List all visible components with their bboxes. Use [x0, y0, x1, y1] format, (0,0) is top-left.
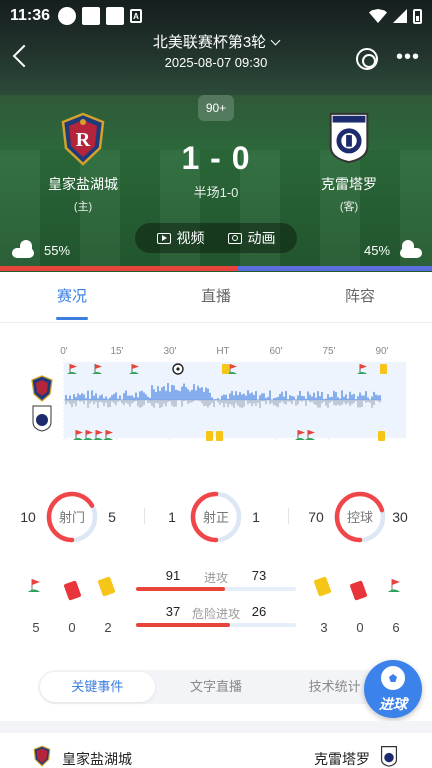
minute-badge: 90+: [198, 95, 234, 121]
corner-flag-icon: [388, 579, 400, 592]
timeline-tick-label: HT: [216, 346, 229, 357]
match-header: 11:36 A 北美联赛杯第3轮 2025-08-07 09:30 ••• 90…: [0, 0, 432, 272]
tab-overview[interactable]: 赛况: [0, 272, 144, 322]
corner-flag-icon: [28, 579, 40, 592]
halftime-score: 半场1-0: [193, 185, 239, 200]
momentum-chart: 0' 15' 30' HT 60' 75' 90': [31, 346, 406, 442]
notification-icon: [82, 7, 101, 25]
sub-tabs: 关键事件 文字直播 技术统计: [38, 670, 394, 704]
timeline-tick-label: 75': [322, 346, 335, 357]
away-team-label: 克雷塔罗: [314, 751, 370, 767]
timeline-tick-label: 15': [110, 346, 123, 357]
stat-label: 射正: [203, 510, 229, 525]
video-icon: [156, 232, 171, 244]
goal-ball-icon: [172, 363, 184, 375]
home-red-count: 0: [68, 620, 76, 635]
attack-label: 危险进攻: [191, 607, 240, 621]
home-team-label: 皇家盐湖城: [62, 751, 132, 767]
momentum-timeline: 0' 15' 30' HT 60' 75' 90': [0, 342, 432, 452]
tab-lineup[interactable]: 阵容: [288, 272, 432, 322]
video-button[interactable]: 视频: [156, 228, 205, 248]
chevron-down-icon: [270, 35, 281, 46]
stat-home-value: 70: [308, 509, 324, 525]
media-switch: 视频 动画: [135, 223, 297, 253]
home-yellow-count: 2: [104, 620, 112, 635]
yellow-card-icon: [380, 364, 387, 374]
home-possession: 55%: [12, 240, 70, 260]
main-tabs: 赛况 直播 阵容: [0, 272, 432, 322]
away-yellow-count: 3: [320, 620, 328, 635]
section-gap: [0, 721, 432, 733]
yellow-card-icon: [206, 431, 213, 441]
timeline-tick-label: 0': [60, 346, 68, 357]
notification-icon: [58, 7, 77, 25]
football-icon: [381, 666, 405, 690]
stat-label: 射门: [59, 510, 85, 525]
yellow-card-icon: [313, 576, 332, 597]
battery-icon: [413, 8, 422, 24]
tab-key-events[interactable]: 关键事件: [40, 672, 155, 702]
notification-icon: A: [130, 9, 143, 23]
notification-icon: [106, 7, 125, 25]
strength-arm-icon: [394, 240, 422, 260]
home-possession-bar: [0, 266, 238, 271]
red-card-icon: [63, 580, 82, 601]
home-corners-count: 5: [32, 620, 40, 635]
tabs-divider: [0, 322, 432, 323]
stat-home-value: 1: [168, 509, 176, 525]
red-card-icon: [349, 580, 368, 601]
stat-away-value: 30: [392, 509, 408, 525]
stat-label: 控球: [347, 510, 373, 525]
yellow-card-icon: [378, 431, 385, 441]
match-score: 1 - 0: [181, 140, 251, 176]
home-crest-icon: [33, 745, 51, 767]
yellow-card-icon: [97, 576, 116, 597]
away-corners-count: 6: [392, 620, 400, 635]
camera-icon: [227, 232, 242, 244]
events-header: 皇家盐湖城 克雷塔罗: [0, 733, 432, 768]
stat-away-value: 1: [252, 509, 260, 525]
signal-icon: [393, 9, 407, 23]
attack-bar-home: [136, 587, 225, 591]
timeline-tick-label: 30': [163, 346, 176, 357]
away-red-count: 0: [356, 620, 364, 635]
home-crest-icon: [31, 375, 53, 402]
away-possession: 45%: [364, 240, 422, 260]
stat-home-value: 10: [20, 509, 36, 525]
stat-divider: [144, 508, 145, 524]
yellow-card-icon: [216, 431, 223, 441]
more-icon[interactable]: •••: [396, 47, 420, 67]
animation-button[interactable]: 动画: [227, 228, 276, 248]
away-possession-bar: [238, 266, 432, 271]
tab-live[interactable]: 直播: [144, 272, 288, 322]
status-bar: 11:36 A: [10, 6, 422, 26]
tab-text-live[interactable]: 文字直播: [159, 672, 274, 702]
attack-bar-home: [136, 623, 230, 627]
goal-float-button[interactable]: 进球: [364, 660, 422, 718]
timeline-tick-label: 60': [269, 346, 282, 357]
strength-arm-icon: [12, 240, 40, 260]
wifi-icon: [369, 9, 387, 23]
stat-divider: [288, 508, 289, 524]
away-crest-icon: [32, 405, 52, 432]
attack-label: 进攻: [203, 571, 228, 585]
yellow-card-icon: [222, 364, 229, 374]
away-crest-icon: [380, 746, 398, 767]
match-content: 赛况 直播 阵容 0' 15' 30' HT 60' 75' 90' 射门 10 5 射正 1 1 控球…: [0, 272, 432, 768]
follow-target-icon[interactable]: [356, 48, 378, 70]
status-time: 11:36: [10, 7, 51, 24]
circle-stats: 射门 10 5 射正 1 1 控球 70 30: [20, 491, 408, 543]
timeline-tick-label: 90': [375, 346, 388, 357]
stat-away-value: 5: [108, 509, 116, 525]
